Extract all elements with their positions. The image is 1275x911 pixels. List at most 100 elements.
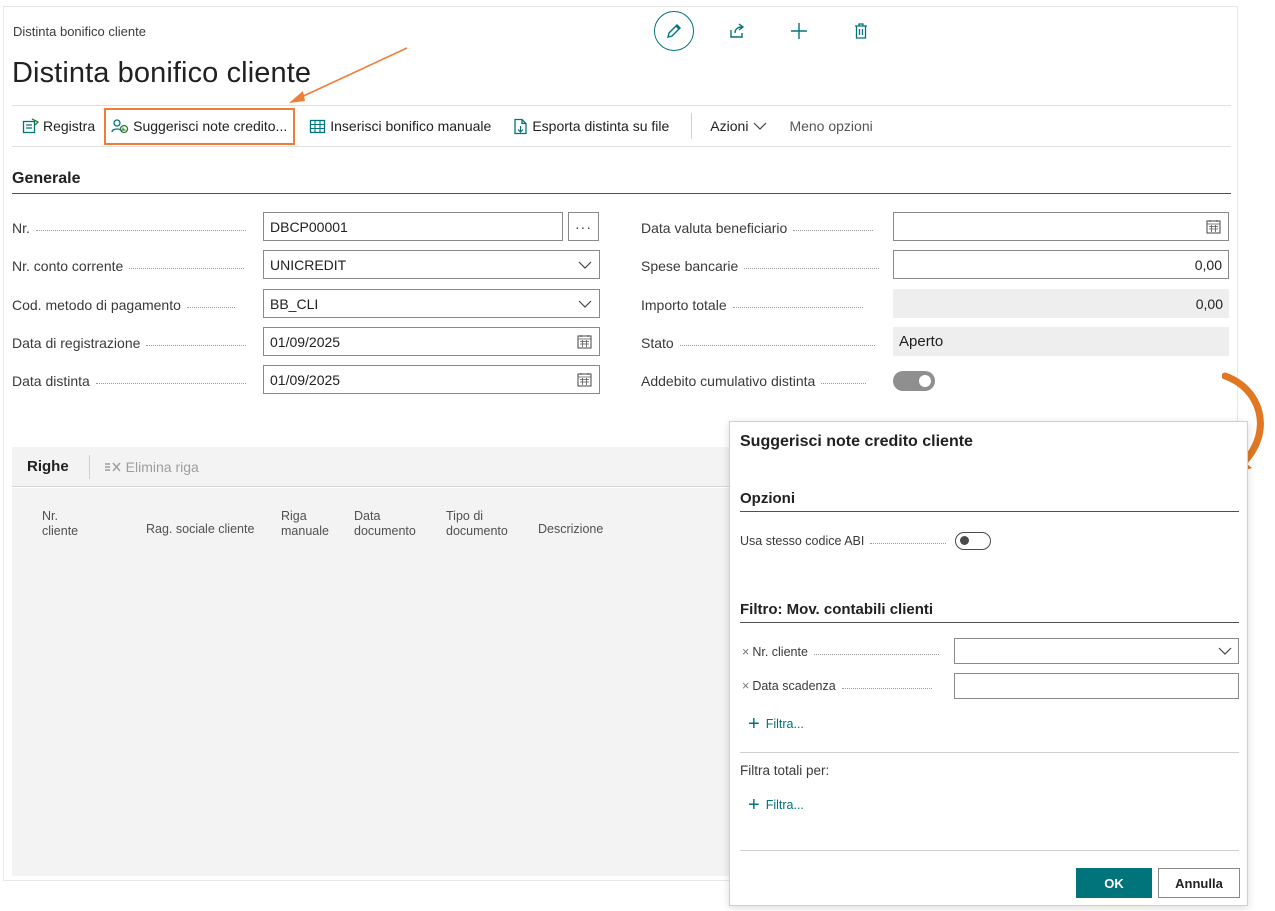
inserisci-button[interactable]: Inserisci bonifico manuale <box>303 109 497 143</box>
data-distinta-value: 01/09/2025 <box>270 371 341 388</box>
data-valuta-label: Data valuta beneficiario <box>641 213 874 242</box>
dotted-leader <box>129 268 245 269</box>
annulla-button[interactable]: Annulla <box>1158 868 1240 898</box>
suggerisci-button[interactable]: Suggerisci note credito... <box>104 107 296 145</box>
stato-value: Aperto <box>899 333 944 350</box>
suggerisci-label: Suggerisci note credito... <box>133 118 288 134</box>
plus-icon: + <box>748 713 760 735</box>
importo-label-text: Importo totale <box>641 296 727 313</box>
col-data-documento[interactable]: Data documento <box>354 509 416 539</box>
filter-data-scadenza-label: × Data scadenza <box>742 673 932 698</box>
conto-label: Nr. conto corrente <box>12 251 245 280</box>
azioni-label: Azioni <box>710 118 749 134</box>
col-line1: Riga <box>281 509 307 523</box>
col-line1: Tipo di <box>446 509 484 523</box>
close-icon[interactable]: × <box>742 679 749 693</box>
filtro-section-title: Filtro: Mov. contabili clienti <box>740 601 1239 623</box>
chevron-down-icon <box>1218 647 1232 655</box>
col-tipo-documento[interactable]: Tipo di documento <box>446 509 508 539</box>
elimina-riga-label: Elimina riga <box>125 458 199 475</box>
data-reg-label: Data di registrazione <box>12 328 247 357</box>
addebito-label: Addebito cumulativo distinta <box>641 366 867 395</box>
nr-label-text: Nr. <box>12 219 30 236</box>
delete-button[interactable] <box>841 11 881 51</box>
spese-label: Spese bancarie <box>641 251 880 280</box>
trash-icon <box>855 23 867 39</box>
metodo-value: BB_CLI <box>270 295 319 312</box>
suggest-icon <box>111 118 129 133</box>
dotted-leader <box>793 230 874 231</box>
toolbar-separator <box>691 113 693 139</box>
data-valuta-field[interactable] <box>893 212 1229 241</box>
conto-value: UNICREDIT <box>270 256 347 273</box>
elimina-riga-button[interactable]: Elimina riga <box>104 459 199 475</box>
add-filter-button[interactable]: + Filtra... <box>748 713 804 735</box>
data-distinta-label-text: Data distinta <box>12 372 90 389</box>
registra-button[interactable]: Registra <box>16 109 101 143</box>
nr-field[interactable]: DBCP00001 <box>263 212 563 241</box>
filtra-totali-text: Filtra totali per: <box>740 763 830 778</box>
page-actions <box>654 11 889 51</box>
stato-label-text: Stato <box>641 334 674 351</box>
table-insert-icon <box>310 119 326 133</box>
share-icon <box>730 23 745 38</box>
col-line1: Rag. sociale cliente <box>146 522 255 536</box>
dotted-leader <box>821 383 867 384</box>
col-nr-cliente[interactable]: Nr. cliente <box>42 509 78 539</box>
chevron-down-icon <box>578 300 592 308</box>
metodo-label: Cod. metodo di pagamento <box>12 290 235 319</box>
metodo-pagamento-select[interactable]: BB_CLI <box>263 289 600 318</box>
dotted-leader <box>679 345 875 346</box>
dialog-title: Suggerisci note credito cliente <box>740 433 973 450</box>
col-riga-manuale[interactable]: Riga manuale <box>281 509 329 539</box>
new-button[interactable] <box>779 11 819 51</box>
dotted-leader <box>870 543 947 544</box>
ok-button[interactable]: OK <box>1076 868 1152 898</box>
meno-opzioni-button[interactable]: Meno opzioni <box>783 109 878 143</box>
stato-field: Aperto <box>893 327 1229 356</box>
calendar-icon <box>577 335 592 349</box>
col-rag-sociale[interactable]: Rag. sociale cliente <box>146 522 254 537</box>
usa-abi-toggle[interactable] <box>955 532 991 550</box>
add-totals-filter-button[interactable]: + Filtra... <box>748 795 804 815</box>
delete-row-icon <box>104 462 121 471</box>
conto-label-text: Nr. conto corrente <box>12 257 124 274</box>
esporta-button[interactable]: Esporta distinta su file <box>507 109 675 143</box>
col-descrizione[interactable]: Descrizione <box>538 522 603 537</box>
col-line2: manuale <box>281 524 329 538</box>
nr-lookup-button[interactable]: ··· <box>568 212 599 241</box>
filter-nr-cliente-text: Nr. cliente <box>752 644 808 659</box>
add-filter-label: Filtra... <box>765 717 804 731</box>
edit-button[interactable] <box>654 11 694 51</box>
divider <box>740 752 1239 753</box>
close-icon[interactable]: × <box>742 645 749 659</box>
calendar-icon <box>1206 220 1221 234</box>
add-totals-filter-label: Filtra... <box>765 798 804 812</box>
righe-separator <box>88 454 90 479</box>
registra-label: Registra <box>43 118 96 134</box>
importo-totale-field: 0,00 <box>893 289 1229 318</box>
data-distinta-field[interactable]: 01/09/2025 <box>263 365 600 394</box>
spese-label-text: Spese bancarie <box>641 257 739 274</box>
addebito-cumulativo-toggle[interactable] <box>893 371 935 391</box>
righe-header: Righe Elimina riga <box>12 447 752 487</box>
data-registrazione-field[interactable]: 01/09/2025 <box>263 327 600 356</box>
azioni-menu[interactable]: Azioni <box>704 109 773 143</box>
dotted-leader <box>813 654 939 655</box>
dotted-leader <box>186 307 235 308</box>
dotted-leader <box>95 383 246 384</box>
inserisci-label: Inserisci bonifico manuale <box>330 118 492 134</box>
filter-data-scadenza-field[interactable] <box>954 673 1239 699</box>
dotted-leader <box>35 230 246 231</box>
filter-nr-cliente-select[interactable] <box>954 638 1239 664</box>
pencil-icon <box>667 24 681 38</box>
spese-bancarie-field[interactable]: 0,00 <box>893 250 1229 279</box>
breadcrumb: Distinta bonifico cliente <box>13 24 146 39</box>
filter-data-scadenza-text: Data scadenza <box>752 678 836 693</box>
conto-corrente-select[interactable]: UNICREDIT <box>263 250 600 279</box>
importo-label: Importo totale <box>641 290 863 319</box>
righe-grid: Nr. cliente Rag. sociale cliente Riga manu… <box>12 488 752 876</box>
data-reg-value: 01/09/2025 <box>270 333 341 350</box>
share-button[interactable] <box>717 11 757 51</box>
data-reg-label-text: Data di registrazione <box>12 334 141 351</box>
